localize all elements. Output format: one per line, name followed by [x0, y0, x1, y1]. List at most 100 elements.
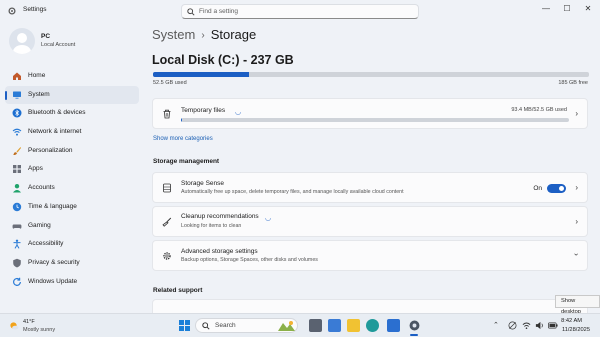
temporary-files-fill [181, 118, 182, 122]
clock-time[interactable]: 8:42 AM [561, 318, 582, 324]
related-support-heading: Related support [153, 287, 203, 294]
breadcrumb: System › Storage [152, 27, 256, 42]
show-more-categories-link[interactable]: Show more categories [153, 136, 213, 142]
sidebar-item-label: Privacy & security [28, 258, 80, 266]
wifi-icon [12, 128, 22, 136]
sidebar-item-network[interactable]: Network & internet [5, 123, 139, 142]
close-button[interactable]: ✕ [578, 2, 598, 16]
settings-window: Settings Find a setting — ☐ ✕ PC Local A… [0, 0, 600, 313]
settings-app-icon [8, 7, 16, 15]
storage-sense-toggle-label: On [533, 185, 542, 192]
sidebar-item-label: Home [28, 72, 46, 79]
sidebar-item-label: Time & language [28, 202, 77, 210]
sidebar-item-bluetooth[interactable]: Bluetooth & devices [5, 104, 139, 123]
sidebar-item-label: Network & internet [28, 128, 82, 136]
disk-usage-fill [153, 72, 249, 77]
storage-management-heading: Storage management [153, 158, 220, 165]
sidebar-item-label: Windows Update [28, 277, 78, 285]
volume-icon[interactable] [535, 321, 544, 330]
edge-browser-icon[interactable] [366, 319, 379, 332]
cleanup-recommendations-card[interactable]: Cleanup recommendations ◡ Looking for it… [152, 206, 588, 237]
page-title: Storage [210, 27, 257, 42]
store-icon[interactable] [387, 319, 400, 332]
disk-free-label: 185 GB free [558, 80, 588, 86]
chevron-right-icon: › [201, 30, 205, 41]
clock-date[interactable]: 11/28/2025 [562, 327, 590, 333]
gear-icon [163, 252, 171, 260]
sidebar-item-apps[interactable]: Apps [5, 160, 139, 179]
sidebar-item-time-language[interactable]: Time & language [5, 198, 139, 217]
cleanup-title: Cleanup recommendations [181, 213, 259, 220]
windows-start-icon[interactable] [179, 320, 190, 331]
storage-sense-toggle[interactable] [547, 184, 566, 193]
sidebar-nav: Home System Bluetooth & devices Network … [5, 67, 139, 291]
update-icon [13, 277, 21, 286]
sidebar-item-windows-update[interactable]: Windows Update [5, 273, 139, 292]
controller-icon [12, 224, 22, 229]
apps-icon [13, 165, 21, 174]
brush-icon [13, 146, 21, 155]
breadcrumb-system-link[interactable]: System [152, 27, 195, 42]
sidebar-item-label: Apps [28, 165, 43, 173]
storage-sense-card[interactable]: Storage Sense Automatically free up spac… [152, 172, 588, 203]
chevron-right-icon: › [575, 183, 578, 192]
search-icon [202, 322, 210, 330]
loading-spinner-icon: ◡ [235, 109, 242, 116]
temporary-files-card[interactable]: Temporary files ◡ 93.4 MB/52.5 GB used › [152, 98, 588, 129]
wifi-icon[interactable] [522, 321, 531, 330]
sidebar-item-label: Bluetooth & devices [28, 109, 86, 117]
chevron-up-icon[interactable]: ⌃ [493, 321, 499, 329]
search-highlight-icon [278, 321, 295, 331]
search-icon [187, 8, 195, 16]
temporary-files-size: 93.4 MB/52.5 GB used [511, 107, 567, 113]
sidebar-item-system[interactable]: System [5, 85, 139, 105]
task-view-icon[interactable] [309, 319, 322, 332]
chat-icon[interactable] [328, 319, 341, 332]
sidebar-item-label: Accounts [28, 184, 55, 192]
drive-icon [163, 183, 171, 193]
sidebar-item-home[interactable]: Home [5, 67, 139, 86]
settings-taskbar-icon[interactable] [408, 319, 421, 332]
taskbar-search-label: Search [215, 322, 236, 329]
show-desktop-tooltip: Show desktop [555, 295, 600, 313]
weather-condition[interactable]: Mostly sunny [23, 327, 55, 333]
advanced-storage-settings-card[interactable]: Advanced storage settings Backup options… [152, 240, 588, 271]
storage-sense-title: Storage Sense [181, 180, 225, 187]
taskbar-search[interactable]: Search [195, 318, 298, 333]
network-icon[interactable] [508, 321, 517, 330]
chevron-down-icon[interactable]: › [572, 253, 581, 256]
cleanup-description: Looking for items to clean [181, 223, 242, 229]
find-setting-search[interactable]: Find a setting [181, 4, 419, 19]
weather-temperature[interactable]: 41°F [23, 319, 35, 325]
sidebar-item-label: Gaming [28, 221, 51, 229]
maximize-button[interactable]: ☐ [557, 2, 577, 16]
advanced-storage-title: Advanced storage settings [181, 248, 258, 255]
sidebar-item-privacy-security[interactable]: Privacy & security [5, 254, 139, 273]
active-app-indicator [410, 334, 418, 336]
broom-icon [162, 217, 172, 227]
profile-name: PC [41, 33, 51, 40]
sidebar-item-personalization[interactable]: Personalization [5, 142, 139, 161]
advanced-storage-description: Backup options, Storage Spaces, other di… [181, 257, 318, 263]
search-placeholder: Find a setting [199, 8, 239, 15]
file-explorer-icon[interactable] [347, 319, 360, 332]
related-support-card[interactable] [152, 299, 588, 313]
minimize-button[interactable]: — [536, 2, 556, 16]
sidebar-item-accounts[interactable]: Accounts [5, 179, 139, 198]
system-icon [13, 91, 21, 99]
disk-usage-bar [153, 72, 589, 77]
profile-account-type: Local Account [41, 42, 76, 48]
battery-icon[interactable] [548, 321, 558, 330]
avatar[interactable] [9, 28, 35, 54]
accessibility-icon [13, 239, 21, 249]
sidebar-item-label: System [28, 90, 50, 98]
title-bar: Settings Find a setting — ☐ ✕ [0, 0, 600, 22]
chevron-right-icon: › [575, 109, 578, 118]
sidebar-item-label: Accessibility [28, 240, 64, 248]
globe-clock-icon [12, 202, 22, 212]
sidebar-item-accessibility[interactable]: Accessibility [5, 235, 139, 254]
disk-title: Local Disk (C:) - 237 GB [152, 53, 294, 67]
chevron-right-icon: › [575, 217, 578, 226]
sidebar-item-label: Personalization [28, 146, 73, 154]
sidebar-item-gaming[interactable]: Gaming [5, 217, 139, 236]
